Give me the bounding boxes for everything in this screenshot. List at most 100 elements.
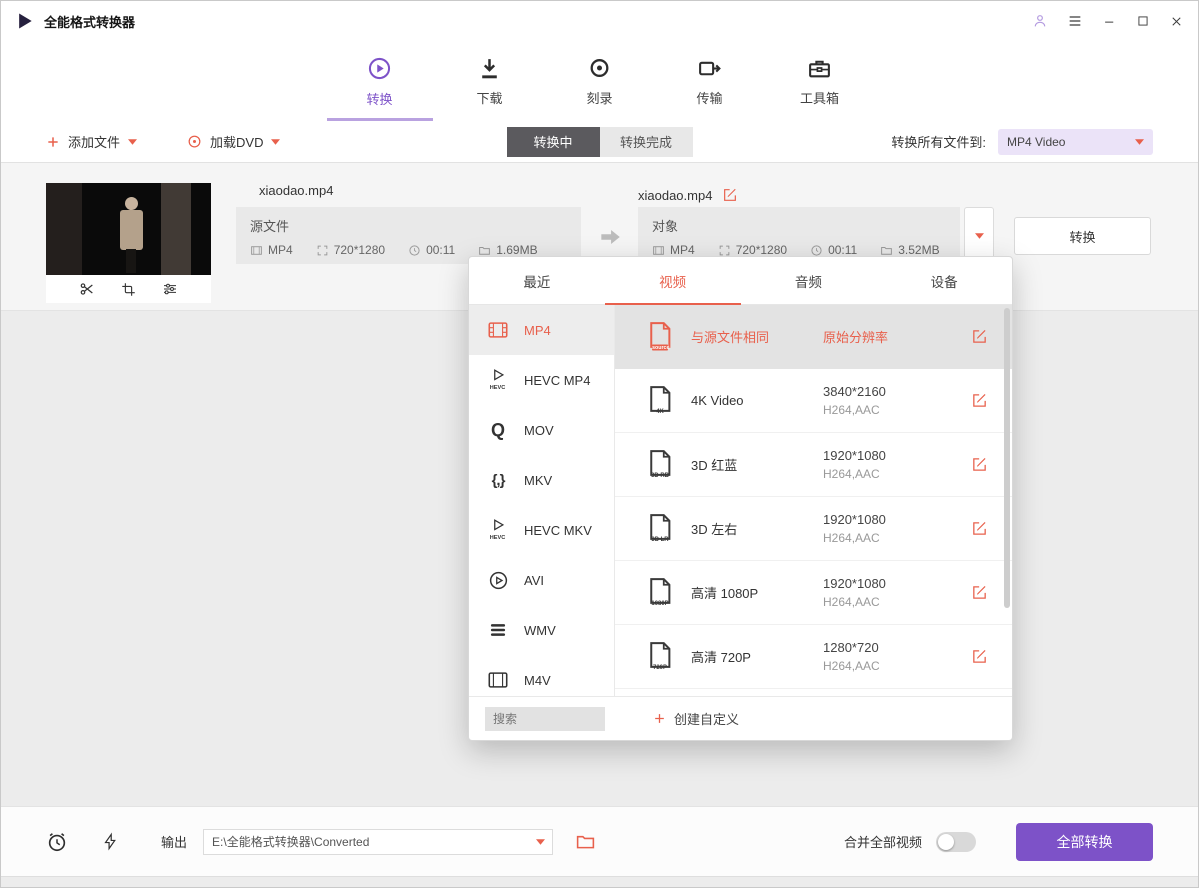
file-thumbnail-block [46, 183, 211, 303]
edit-icon[interactable] [971, 328, 988, 345]
convert-all-button[interactable]: 全部转换 [1016, 823, 1153, 861]
tab-converting[interactable]: 转换中 [507, 127, 600, 157]
nav-tab-toolbox[interactable]: 工具箱 [765, 41, 875, 121]
preset-list: source 与源文件相同 原始分辨率 4K 4K Video 384 [615, 305, 1012, 696]
source-format: MP4 [268, 243, 293, 257]
scrollbar-thumb[interactable] [1004, 308, 1010, 608]
folder-icon [478, 244, 491, 257]
film-icon [485, 666, 511, 694]
source-file-icon: source [645, 320, 675, 354]
user-account-icon[interactable] [1032, 13, 1048, 29]
chevron-down-icon [271, 139, 280, 145]
preset-row[interactable]: 1080P 高清 1080P 1920*1080 H264,AAC [615, 561, 1012, 625]
preset-row[interactable]: 720P 高清 720P 1280*720 H264,AAC [615, 625, 1012, 689]
edit-icon[interactable] [971, 456, 988, 473]
source-label: 源文件 [250, 216, 567, 235]
layers-icon [485, 616, 511, 644]
format-item-hevc-mkv[interactable]: HEVC HEVC MKV [469, 505, 614, 555]
preset-row[interactable]: 3D RB 3D 红蓝 1920*1080 H264,AAC [615, 433, 1012, 497]
format-item-mkv[interactable]: {,} MKV [469, 455, 614, 505]
chevron-down-icon [1135, 139, 1144, 145]
nav-tab-burn[interactable]: 刻录 [545, 41, 655, 121]
open-folder-icon[interactable] [575, 831, 596, 852]
format-item-mp4[interactable]: MP4 [469, 305, 614, 355]
folder-icon [880, 244, 893, 257]
maximize-icon[interactable] [1136, 14, 1150, 28]
preset-file-icon: 720P [645, 640, 675, 674]
edit-icon[interactable] [971, 392, 988, 409]
hevc-play-icon: HEVC [485, 366, 511, 394]
chevron-down-icon [128, 139, 137, 145]
target-file-name: xiaodao.mp4 [638, 188, 712, 203]
output-label: 输出 [161, 832, 187, 851]
preset-row[interactable]: 4K 4K Video 3840*2160 H264,AAC [615, 369, 1012, 433]
load-dvd-button[interactable]: 加载DVD [187, 132, 280, 151]
matroska-icon: {,} [485, 466, 511, 494]
output-path-input[interactable] [203, 829, 553, 855]
preset-row[interactable]: 3D LR 3D 左右 1920*1080 H264,AAC [615, 497, 1012, 561]
schedule-clock-icon[interactable] [46, 831, 68, 853]
convert-button[interactable]: 转换 [1014, 217, 1151, 255]
rename-edit-icon[interactable] [722, 187, 738, 203]
minimize-icon[interactable] [1102, 14, 1117, 29]
arrow-right-icon [597, 224, 623, 250]
format-item-wmv[interactable]: WMV [469, 605, 614, 655]
preset-file-icon: 3D LR [645, 512, 675, 546]
high-speed-bolt-icon[interactable] [102, 832, 119, 851]
source-file-name: xiaodao.mp4 [236, 183, 581, 207]
source-resolution: 720*1280 [334, 243, 385, 257]
convert-to-label: 转换所有文件到: [891, 132, 986, 151]
edit-icon[interactable] [971, 648, 988, 665]
merge-videos-toggle[interactable] [936, 832, 976, 852]
format-item-mov[interactable]: Q MOV [469, 405, 614, 455]
output-format-select[interactable]: MP4 Video [998, 129, 1153, 155]
target-label: 对象 [652, 216, 946, 235]
clock-icon [408, 244, 421, 257]
format-item-avi[interactable]: AVI [469, 555, 614, 605]
close-icon[interactable] [1169, 14, 1184, 29]
crop-icon[interactable] [121, 282, 136, 297]
nav-tab-transfer[interactable]: 传输 [655, 41, 765, 121]
app-title: 全能格式转换器 [44, 12, 135, 31]
resolution-icon [718, 244, 731, 257]
footer-bar: 输出 合并全部视频 全部转换 [1, 806, 1198, 876]
tab-device[interactable]: 设备 [876, 257, 1012, 304]
tab-video[interactable]: 视频 [605, 257, 741, 304]
play-circle-icon [485, 566, 511, 594]
preset-file-icon: 1080P [645, 576, 675, 610]
download-icon [477, 56, 502, 81]
effects-sliders-icon[interactable] [162, 281, 178, 297]
tab-finished[interactable]: 转换完成 [600, 127, 693, 157]
format-item-m4v[interactable]: M4V [469, 655, 614, 696]
app-window: 全能格式转换器 转换 [0, 0, 1199, 888]
create-custom-button[interactable]: 创建自定义 [653, 709, 739, 728]
scrollbar[interactable] [1004, 308, 1010, 693]
nav-tab-download[interactable]: 下载 [435, 41, 545, 121]
edit-icon[interactable] [971, 584, 988, 601]
toolbox-icon [807, 56, 832, 81]
format-icon [250, 244, 263, 257]
tab-recent[interactable]: 最近 [469, 257, 605, 304]
format-item-hevc-mp4[interactable]: HEVC HEVC MP4 [469, 355, 614, 405]
preset-row-source[interactable]: source 与源文件相同 原始分辨率 [615, 305, 1012, 369]
format-sidebar: MP4 HEVC HEVC MP4 Q MOV [469, 305, 615, 696]
source-size: 1.69MB [496, 243, 537, 257]
clock-icon [810, 244, 823, 257]
target-duration: 00:11 [828, 243, 857, 257]
edit-icon[interactable] [971, 520, 988, 537]
add-files-button[interactable]: 添加文件 [46, 132, 137, 151]
trim-icon[interactable] [79, 281, 95, 297]
main-nav: 转换 下载 刻录 传输 工具箱 [1, 41, 1198, 121]
format-popup: 最近 视频 音频 设备 MP4 HEVC HEVC MP4 [468, 256, 1013, 741]
format-popup-footer: 创建自定义 [469, 696, 1012, 740]
chevron-down-icon[interactable] [536, 839, 545, 845]
resolution-icon [316, 244, 329, 257]
preset-file-icon: 3D RB [645, 448, 675, 482]
nav-tab-convert[interactable]: 转换 [325, 41, 435, 121]
toolbar: 添加文件 加载DVD 转换中 转换完成 转换所有文件到: MP4 Video [1, 121, 1198, 163]
toggle-knob [938, 834, 954, 850]
search-input[interactable] [485, 707, 605, 731]
tab-audio[interactable]: 音频 [741, 257, 877, 304]
format-icon [652, 244, 665, 257]
menu-icon[interactable] [1067, 13, 1083, 29]
